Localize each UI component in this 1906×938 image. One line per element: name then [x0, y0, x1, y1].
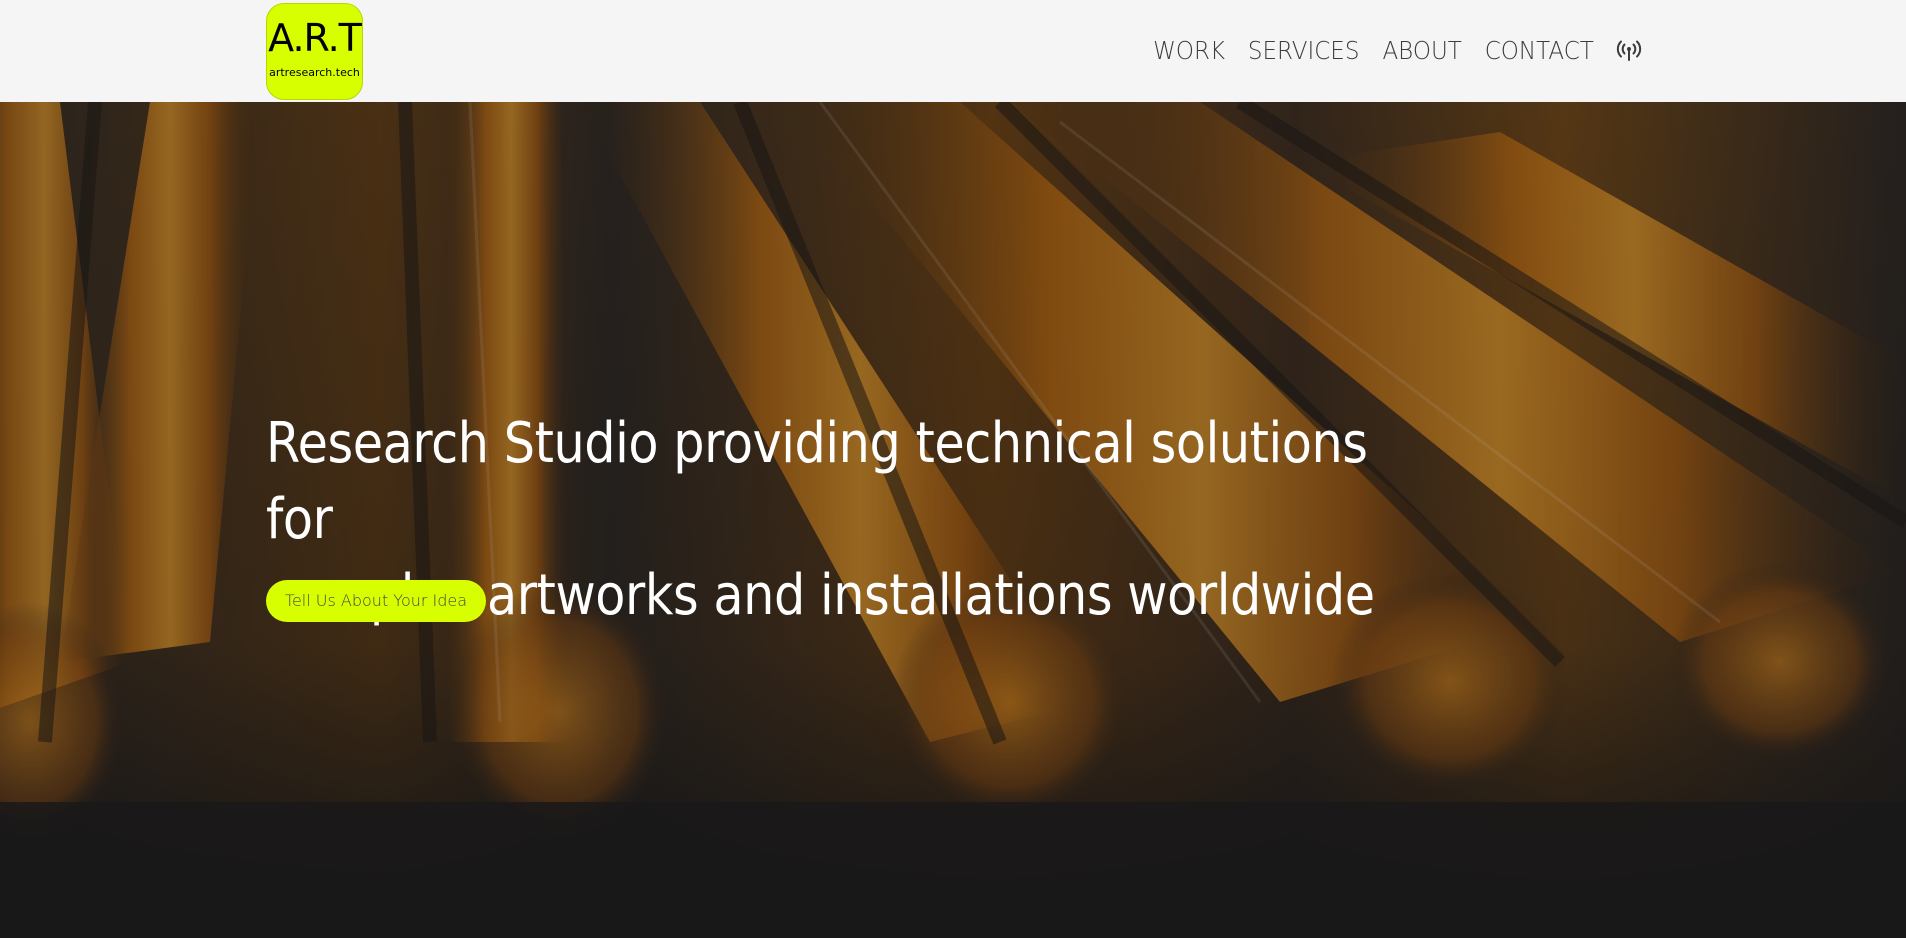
hero-section: Research Studio providing technical solu…	[0, 102, 1906, 938]
main-nav: WORK SERVICES ABOUT CONTACT	[1150, 34, 1644, 68]
broadcast-antenna-icon[interactable]	[1614, 36, 1644, 66]
tell-us-about-your-idea-button[interactable]: Tell Us About Your Idea	[266, 580, 486, 622]
hero-headline-line-1: Research Studio providing technical solu…	[266, 411, 1368, 552]
nav-link-work[interactable]: WORK	[1153, 34, 1225, 68]
nav-link-services[interactable]: SERVICES	[1248, 34, 1360, 68]
site-logo[interactable]: A.R.T artresearch.tech	[266, 3, 363, 100]
site-header: A.R.T artresearch.tech WORK SERVICES ABO…	[0, 0, 1906, 102]
logo-domain: artresearch.tech	[269, 66, 360, 79]
logo-wordmark: A.R.T	[268, 16, 362, 60]
nav-link-contact[interactable]: CONTACT	[1485, 34, 1594, 68]
nav-link-about[interactable]: ABOUT	[1383, 34, 1462, 68]
